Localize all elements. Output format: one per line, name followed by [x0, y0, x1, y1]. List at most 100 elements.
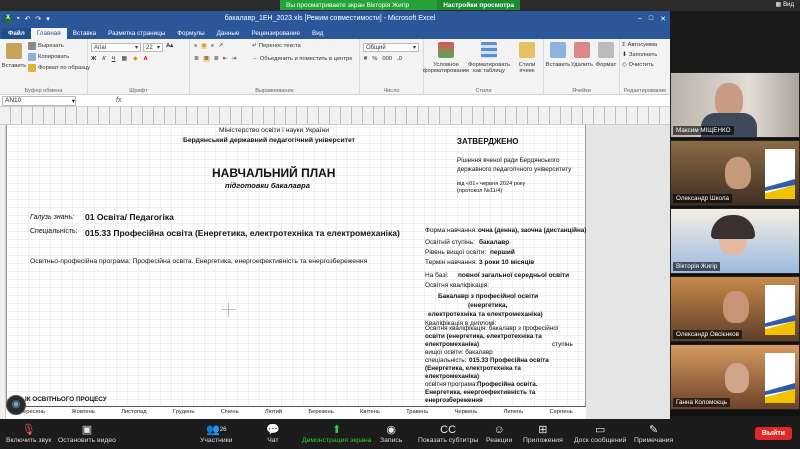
notes-button[interactable]: ✎ Примечания	[634, 419, 673, 444]
qual-value-1: Бакалавр з професійної освіти	[438, 293, 539, 300]
mute-button[interactable]: 🎙 Включить звук	[6, 419, 51, 444]
copy-icon	[28, 53, 36, 61]
underline-icon[interactable]: Ч	[112, 56, 116, 62]
orientation-icon[interactable]: ↗	[218, 43, 223, 49]
undo-icon[interactable]: ↶	[25, 15, 31, 23]
participant-tile[interactable]: Вікторія Жигір	[670, 208, 800, 274]
styles-group-label: Стили	[475, 88, 492, 94]
cell-styles-button[interactable]: Стили ячеек	[512, 42, 542, 74]
conditional-format-button[interactable]: Условное форматирование	[423, 42, 469, 74]
align-top-icon[interactable]: ≡	[194, 43, 197, 49]
merge-center-button[interactable]: ⇔ Объединить и поместить в центре	[252, 56, 352, 62]
minimize-icon[interactable]: –	[638, 15, 642, 23]
delete-cells-button[interactable]: Удалить	[570, 42, 594, 68]
participant-name: Вікторія Жигір	[673, 262, 721, 271]
tab-formulas[interactable]: Формулы	[171, 28, 210, 39]
maximize-icon[interactable]: □	[649, 15, 653, 23]
bold-icon[interactable]: Ж	[91, 56, 96, 62]
crosshair-cursor-icon	[222, 303, 236, 317]
font-name-select[interactable]: Arial ▾	[91, 43, 141, 52]
share-screen-button[interactable]: ⬆ Демонстрация экрана	[302, 419, 371, 444]
cut-button[interactable]: Вырезать	[28, 42, 64, 50]
percent-icon[interactable]: %	[372, 56, 377, 62]
format-cells-button[interactable]: Формат	[594, 42, 618, 68]
term-value: 3 роки 10 місяців	[479, 259, 535, 266]
university-text: Бердянський державний педагогічний уніве…	[183, 137, 355, 144]
whiteboard-button[interactable]: ▭ Доск сообщений	[574, 419, 626, 444]
align-bottom-icon[interactable]: ≡	[211, 43, 214, 49]
participant-tile[interactable]: Ганна Коломоєць	[670, 344, 800, 410]
copy-button[interactable]: Копировать	[28, 53, 69, 61]
month-cell: Серпень	[549, 409, 573, 415]
cell-styles-icon	[519, 42, 535, 58]
number-format-select[interactable]: Общий ▾	[363, 43, 419, 52]
tab-view[interactable]: Вид	[306, 28, 329, 39]
apps-button[interactable]: ⊞ Приложения	[523, 419, 563, 444]
view-button[interactable]: ▦ Вид	[775, 1, 794, 9]
close-icon[interactable]: ✕	[660, 15, 666, 23]
video-label: Остановить видео	[58, 437, 116, 444]
insert-cells-button[interactable]: Вставить	[546, 42, 570, 68]
participant-tile[interactable]: Олександр Школа	[670, 140, 800, 206]
formula-bar: AN10 ▾ fx	[0, 95, 670, 107]
currency-icon[interactable]: ₴	[364, 56, 367, 62]
fill-color-icon[interactable]: ◆	[133, 56, 137, 62]
tab-data[interactable]: Данные	[211, 28, 246, 39]
fx-icon[interactable]: fx	[116, 97, 121, 104]
save-icon[interactable]: ▪	[17, 15, 19, 23]
view-options-button[interactable]: Настройки просмотра	[437, 0, 520, 10]
format-as-table-button[interactable]: Форматировать как таблицу	[468, 42, 510, 74]
degree-value: бакалавр	[479, 239, 510, 246]
video-button[interactable]: ▣ Остановить видео	[58, 419, 116, 444]
autosum-label: Автосумма	[627, 42, 658, 48]
tab-file[interactable]: Файл	[2, 28, 31, 39]
participant-tile[interactable]: Олександр Овсієнков	[670, 276, 800, 342]
decimal-icon[interactable]: ,0	[397, 56, 402, 62]
align-center-icon[interactable]: ≣	[202, 56, 210, 62]
thousands-icon[interactable]: 000	[382, 56, 392, 62]
wrap-text-button[interactable]: ↵ Перенос текста	[252, 43, 301, 49]
sheet-page[interactable]: Міністерство освіти і науки України Берд…	[6, 125, 586, 407]
align-left-icon[interactable]: ≣	[194, 56, 199, 62]
tab-insert[interactable]: Вставка	[67, 28, 102, 39]
schedule-month-header: Вересень Жовтень Листопад Грудень Січень…	[6, 406, 586, 419]
italic-icon[interactable]: К	[102, 56, 105, 62]
indent-icon[interactable]: ⇤	[223, 56, 228, 62]
format-painter-button[interactable]: Формат по образцу	[28, 64, 90, 72]
tab-review[interactable]: Рецензирование	[245, 28, 306, 39]
cut-label: Вырезать	[38, 43, 64, 49]
grow-font-button[interactable]: A▴	[166, 43, 173, 49]
delete-cells-label: Удалить	[570, 62, 594, 68]
participants-button[interactable]: 👥26 Участники	[200, 419, 232, 444]
editing-group-label: Редактирование	[623, 88, 667, 94]
reactions-button[interactable]: ☺ Реакции	[486, 419, 512, 444]
chat-button[interactable]: 💬 Чат	[266, 419, 280, 444]
redo-icon[interactable]: ↷	[35, 15, 41, 23]
name-box[interactable]: AN10 ▾	[2, 95, 76, 106]
captions-button[interactable]: CC Показать субтитры	[418, 419, 478, 444]
merge-icon: ⇔	[252, 56, 258, 62]
month-cell: Березень	[308, 409, 334, 415]
dropdown-icon[interactable]: ▾	[46, 15, 50, 23]
clear-button[interactable]: ◇ Очистить	[622, 62, 654, 68]
leave-button[interactable]: Выйти	[754, 427, 792, 440]
participant-tile[interactable]: Максим МІЩЕНКО	[670, 72, 800, 138]
record-button[interactable]: ◉ Запись	[380, 419, 402, 444]
paste-button[interactable]: Вставить	[2, 43, 26, 69]
outdent-icon[interactable]: ⇥	[231, 56, 236, 62]
share-banner: Вы просматриваете экран Вікторія Жигір Н…	[280, 0, 520, 10]
number-group: Общий ▾ ₴ % 000 ,0 Число	[360, 39, 424, 95]
copy-label: Копировать	[38, 54, 70, 60]
autosum-button[interactable]: Σ Автосумма	[622, 42, 657, 48]
borders-icon[interactable]: ▦	[122, 56, 127, 62]
align-middle-icon[interactable]: ≡	[201, 43, 207, 49]
university-logo	[765, 285, 795, 335]
tab-home[interactable]: Главная	[30, 28, 67, 39]
font-color-icon[interactable]: A	[144, 56, 148, 62]
column-headers	[0, 107, 670, 125]
font-size-select[interactable]: 22 ▾	[143, 43, 163, 52]
align-right-icon[interactable]: ≣	[214, 56, 219, 62]
chevron-down-icon: ▾	[412, 45, 416, 51]
fill-button[interactable]: ⬇ Заполнить	[622, 52, 657, 58]
tab-page-layout[interactable]: Разметка страницы	[102, 28, 171, 39]
